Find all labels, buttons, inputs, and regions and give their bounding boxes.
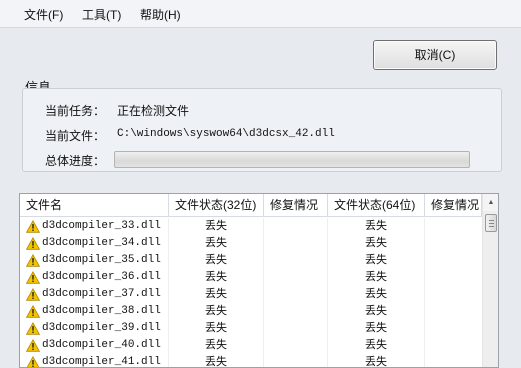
fix64-cell xyxy=(425,269,482,286)
status64-cell: 丢失 xyxy=(365,271,387,283)
filename-text: d3dcompiler_39.dll xyxy=(42,322,161,334)
status32-cell: 丢失 xyxy=(205,288,227,300)
status64-cell: 丢失 xyxy=(365,254,387,266)
thumb-grip xyxy=(489,226,494,227)
status32-cell: 丢失 xyxy=(205,356,227,368)
thumb-grip xyxy=(489,220,494,221)
status64-cell: 丢失 xyxy=(365,220,387,232)
filename-text: d3dcompiler_35.dll xyxy=(42,254,161,266)
filename-text: d3dcompiler_33.dll xyxy=(42,220,161,232)
fix32-cell xyxy=(264,303,327,320)
warning-icon xyxy=(26,271,40,284)
warning-icon xyxy=(26,254,40,267)
fix64-cell xyxy=(425,320,482,337)
fix64-cell xyxy=(425,303,482,320)
filename-text: d3dcompiler_41.dll xyxy=(42,356,161,368)
current-file-label: 当前文件： xyxy=(45,129,106,143)
filename-cell: d3dcompiler_34.dll xyxy=(24,235,168,252)
menu-help[interactable]: 帮助(H) xyxy=(138,6,183,24)
table-row[interactable]: d3dcompiler_35.dll 丢失 丢失 xyxy=(20,252,482,269)
fix32-cell xyxy=(264,235,327,252)
overall-progress-label: 总体进度： xyxy=(45,154,106,168)
status32-cell: 丢失 xyxy=(205,305,227,317)
status64-cell: 丢失 xyxy=(365,322,387,334)
file-list[interactable]: 文件名 文件状态(32位) 修复情况 文件状态(64位) 修复情况 d3dcom… xyxy=(19,193,499,368)
table-row[interactable]: d3dcompiler_40.dll 丢失 丢失 xyxy=(20,337,482,354)
table-row[interactable]: d3dcompiler_33.dll 丢失 丢失 xyxy=(20,218,482,235)
current-task-label: 当前任务： xyxy=(45,104,106,118)
warning-icon xyxy=(26,356,40,367)
fix32-cell xyxy=(264,252,327,269)
filename-cell: d3dcompiler_35.dll xyxy=(24,252,168,269)
status32-cell: 丢失 xyxy=(205,271,227,283)
warning-icon xyxy=(26,305,40,318)
warning-icon xyxy=(26,322,40,335)
status32-cell: 丢失 xyxy=(205,254,227,266)
filename-cell: d3dcompiler_37.dll xyxy=(24,286,168,303)
column-header-fix32[interactable]: 修复情况 xyxy=(264,194,328,217)
table-row[interactable]: d3dcompiler_39.dll 丢失 丢失 xyxy=(20,320,482,337)
warning-icon xyxy=(26,288,40,301)
fix64-cell xyxy=(425,337,482,354)
vertical-scrollbar[interactable]: ▲ xyxy=(482,194,498,367)
status32-cell: 丢失 xyxy=(205,322,227,334)
cancel-button[interactable]: 取消(C) xyxy=(373,40,497,70)
filename-cell: d3dcompiler_40.dll xyxy=(24,337,168,354)
filename-cell: d3dcompiler_38.dll xyxy=(24,303,168,320)
status64-cell: 丢失 xyxy=(365,288,387,300)
table-row[interactable]: d3dcompiler_36.dll 丢失 丢失 xyxy=(20,269,482,286)
filename-cell: d3dcompiler_41.dll xyxy=(24,354,168,368)
status64-cell: 丢失 xyxy=(365,305,387,317)
fix32-cell xyxy=(264,320,327,337)
list-header: 文件名 文件状态(32位) 修复情况 文件状态(64位) 修复情况 xyxy=(20,194,482,217)
fix32-cell xyxy=(264,218,327,235)
column-header-status64[interactable]: 文件状态(64位) xyxy=(328,194,425,217)
table-row[interactable]: d3dcompiler_38.dll 丢失 丢失 xyxy=(20,303,482,320)
fix64-cell xyxy=(425,235,482,252)
fix64-cell xyxy=(425,218,482,235)
status32-cell: 丢失 xyxy=(205,220,227,232)
repair-tool-window: 文件(F) 工具(T) 帮助(H) 取消(C) 信息 当前任务： 正在检测文件 … xyxy=(0,0,521,368)
fix32-cell xyxy=(264,286,327,303)
fix64-cell xyxy=(425,354,482,367)
fix32-cell xyxy=(264,337,327,354)
table-row[interactable]: d3dcompiler_41.dll 丢失 丢失 xyxy=(20,354,482,368)
filename-cell: d3dcompiler_33.dll xyxy=(24,218,168,235)
scroll-thumb[interactable] xyxy=(485,214,497,232)
filename-cell: d3dcompiler_36.dll xyxy=(24,269,168,286)
menu-file[interactable]: 文件(F) xyxy=(22,6,65,24)
column-header-status32[interactable]: 文件状态(32位) xyxy=(169,194,264,217)
status64-cell: 丢失 xyxy=(365,339,387,351)
thumb-grip xyxy=(489,223,494,224)
filename-text: d3dcompiler_36.dll xyxy=(42,271,161,283)
filename-text: d3dcompiler_37.dll xyxy=(42,288,161,300)
column-header-filename[interactable]: 文件名 xyxy=(20,194,169,217)
fix64-cell xyxy=(425,252,482,269)
status32-cell: 丢失 xyxy=(205,339,227,351)
filename-text: d3dcompiler_38.dll xyxy=(42,305,161,317)
status64-cell: 丢失 xyxy=(365,356,387,368)
current-task-value: 正在检测文件 xyxy=(117,104,190,118)
filename-text: d3dcompiler_34.dll xyxy=(42,237,161,249)
column-header-fix64[interactable]: 修复情况 xyxy=(425,194,482,217)
scroll-up-arrow-icon[interactable]: ▲ xyxy=(483,194,498,211)
fix32-cell xyxy=(264,354,327,367)
filename-cell: d3dcompiler_39.dll xyxy=(24,320,168,337)
current-file-value: C:\windows\syswow64\d3dcsx_42.dll xyxy=(117,128,335,140)
warning-icon xyxy=(26,237,40,250)
list-rows: d3dcompiler_33.dll 丢失 丢失 d3dcompiler_34.dll… xyxy=(20,218,482,368)
status64-cell: 丢失 xyxy=(365,237,387,249)
status32-cell: 丢失 xyxy=(205,237,227,249)
filename-text: d3dcompiler_40.dll xyxy=(42,339,161,351)
overall-progress-bar xyxy=(114,151,470,168)
fix64-cell xyxy=(425,286,482,303)
menu-tools[interactable]: 工具(T) xyxy=(80,6,123,24)
fix32-cell xyxy=(264,269,327,286)
table-row[interactable]: d3dcompiler_34.dll 丢失 丢失 xyxy=(20,235,482,252)
menu-bar: 文件(F) 工具(T) 帮助(H) xyxy=(0,0,521,28)
warning-icon xyxy=(26,220,40,233)
warning-icon xyxy=(26,339,40,352)
table-row[interactable]: d3dcompiler_37.dll 丢失 丢失 xyxy=(20,286,482,303)
